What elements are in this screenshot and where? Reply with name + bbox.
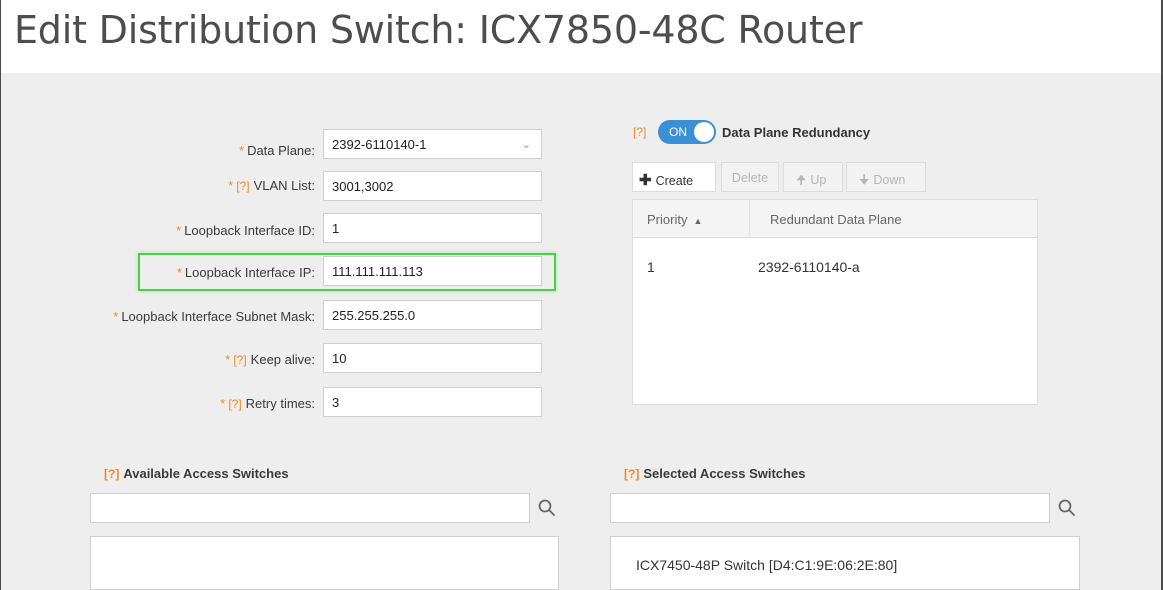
search-icon[interactable]	[538, 499, 556, 517]
keep-alive-label: * [?] Keep alive:	[225, 352, 315, 367]
data-plane-label: * Data Plane:	[239, 143, 315, 158]
vlan-list-input[interactable]: 3001,3002	[323, 171, 542, 201]
loopback-mask-label: * Loopback Interface Subnet Mask:	[113, 309, 315, 324]
column-header-priority[interactable]: Priority ▲	[647, 212, 702, 227]
toggle-state-label: ON	[669, 125, 687, 139]
redundancy-grid: Priority ▲ Redundant Data Plane 1 2392-61…	[632, 199, 1038, 405]
grid-header: Priority ▲ Redundant Data Plane	[633, 200, 1037, 238]
retry-times-label: * [?] Retry times:	[220, 396, 315, 411]
selected-switches-title: [?] Selected Access Switches	[624, 466, 806, 481]
help-icon: [?]	[624, 467, 640, 481]
search-icon[interactable]	[1058, 499, 1076, 517]
chevron-down-icon: ⌄	[521, 139, 531, 151]
available-search-input[interactable]	[90, 493, 530, 523]
arrow-up-icon: 🠉	[796, 173, 807, 187]
up-button[interactable]: 🠉 Up	[783, 162, 843, 192]
redundancy-toggle[interactable]: ON	[658, 120, 716, 144]
arrow-down-icon: 🠋	[859, 173, 870, 187]
help-icon: [?]	[233, 353, 247, 367]
retry-times-input[interactable]: 3	[323, 387, 542, 417]
sort-asc-icon: ▲	[693, 216, 703, 226]
loopback-ip-label: * Loopback Interface IP:	[176, 265, 315, 280]
create-button[interactable]: ✚ Create	[632, 162, 716, 192]
keep-alive-input[interactable]: 10	[323, 343, 542, 373]
loopback-id-label: * Loopback Interface ID:	[176, 223, 315, 238]
loopback-ip-input[interactable]: 111.111.111.113	[323, 256, 542, 286]
vlan-list-label: * [?] VLAN List:	[228, 178, 315, 193]
down-button[interactable]: 🠋 Down	[846, 162, 926, 192]
redundancy-title: Data Plane Redundancy	[722, 125, 871, 140]
page-title: Edit Distribution Switch: ICX7850-48C Ro…	[14, 8, 863, 52]
help-icon[interactable]: [?]	[633, 125, 646, 139]
data-plane-select[interactable]: 2392-6110140-1 ⌄	[323, 129, 542, 159]
plus-icon: ✚	[639, 172, 652, 189]
grid-cell-priority[interactable]: 1	[647, 259, 655, 275]
grid-cell-plane[interactable]: 2392-6110140-a	[758, 259, 860, 275]
required-mark: *	[239, 143, 245, 158]
toggle-knob	[694, 122, 714, 142]
loopback-id-input[interactable]: 1	[323, 213, 542, 243]
help-icon: [?]	[228, 397, 242, 411]
delete-button[interactable]: Delete	[721, 162, 779, 192]
list-item[interactable]: ICX7450-48P Switch [D4:C1:9E:06:2E:80]	[636, 557, 897, 573]
available-switches-title: [?] Available Access Switches	[104, 466, 289, 481]
selected-switches-list[interactable]: ICX7450-48P Switch [D4:C1:9E:06:2E:80]	[610, 536, 1080, 590]
selected-search-input[interactable]	[610, 493, 1050, 523]
help-icon: [?]	[236, 179, 250, 193]
help-icon: [?]	[104, 467, 120, 481]
column-header-redundant-plane[interactable]: Redundant Data Plane	[770, 212, 902, 227]
column-divider	[749, 200, 750, 238]
loopback-mask-input[interactable]: 255.255.255.0	[323, 300, 542, 330]
available-switches-list[interactable]	[90, 536, 559, 590]
